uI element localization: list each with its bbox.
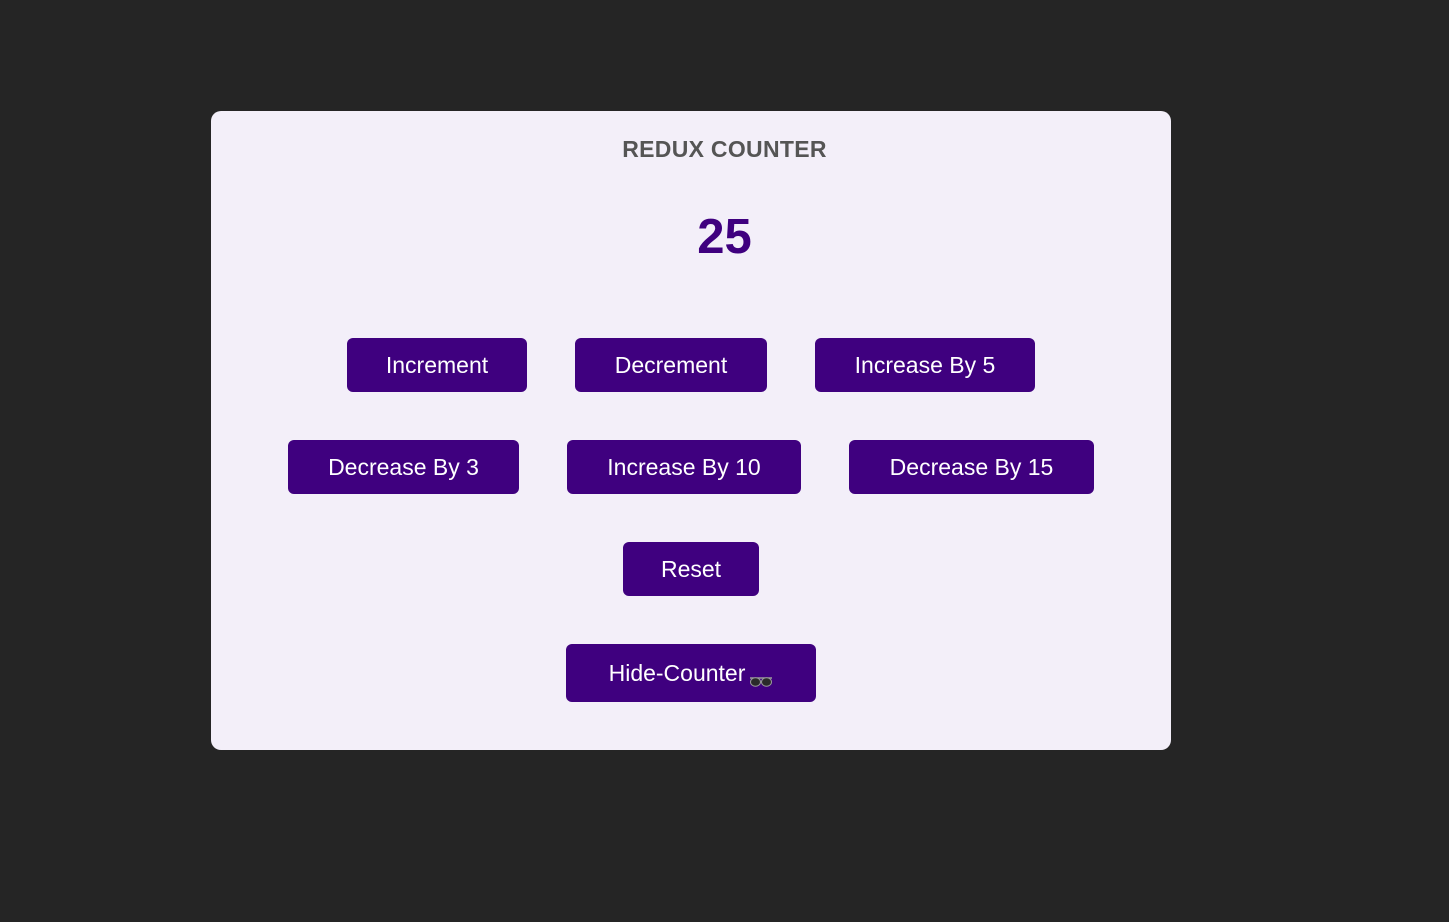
- increment-button[interactable]: Increment: [347, 338, 527, 392]
- sunglasses-icon: [749, 667, 773, 687]
- decrease-by-15-button[interactable]: Decrease By 15: [849, 440, 1094, 494]
- hide-counter-label: Hide-Counter: [608, 659, 746, 686]
- counter-value: 25: [697, 210, 752, 264]
- reset-button[interactable]: Reset: [623, 542, 759, 596]
- page-title: REDUX COUNTER: [622, 136, 827, 162]
- decrement-button[interactable]: Decrement: [575, 338, 767, 392]
- decrease-by-3-button[interactable]: Decrease By 3: [288, 440, 519, 494]
- increase-by-10-button[interactable]: Increase By 10: [567, 440, 801, 494]
- increase-by-5-button[interactable]: Increase By 5: [815, 338, 1035, 392]
- hide-counter-button[interactable]: Hide-Counter: [566, 644, 816, 702]
